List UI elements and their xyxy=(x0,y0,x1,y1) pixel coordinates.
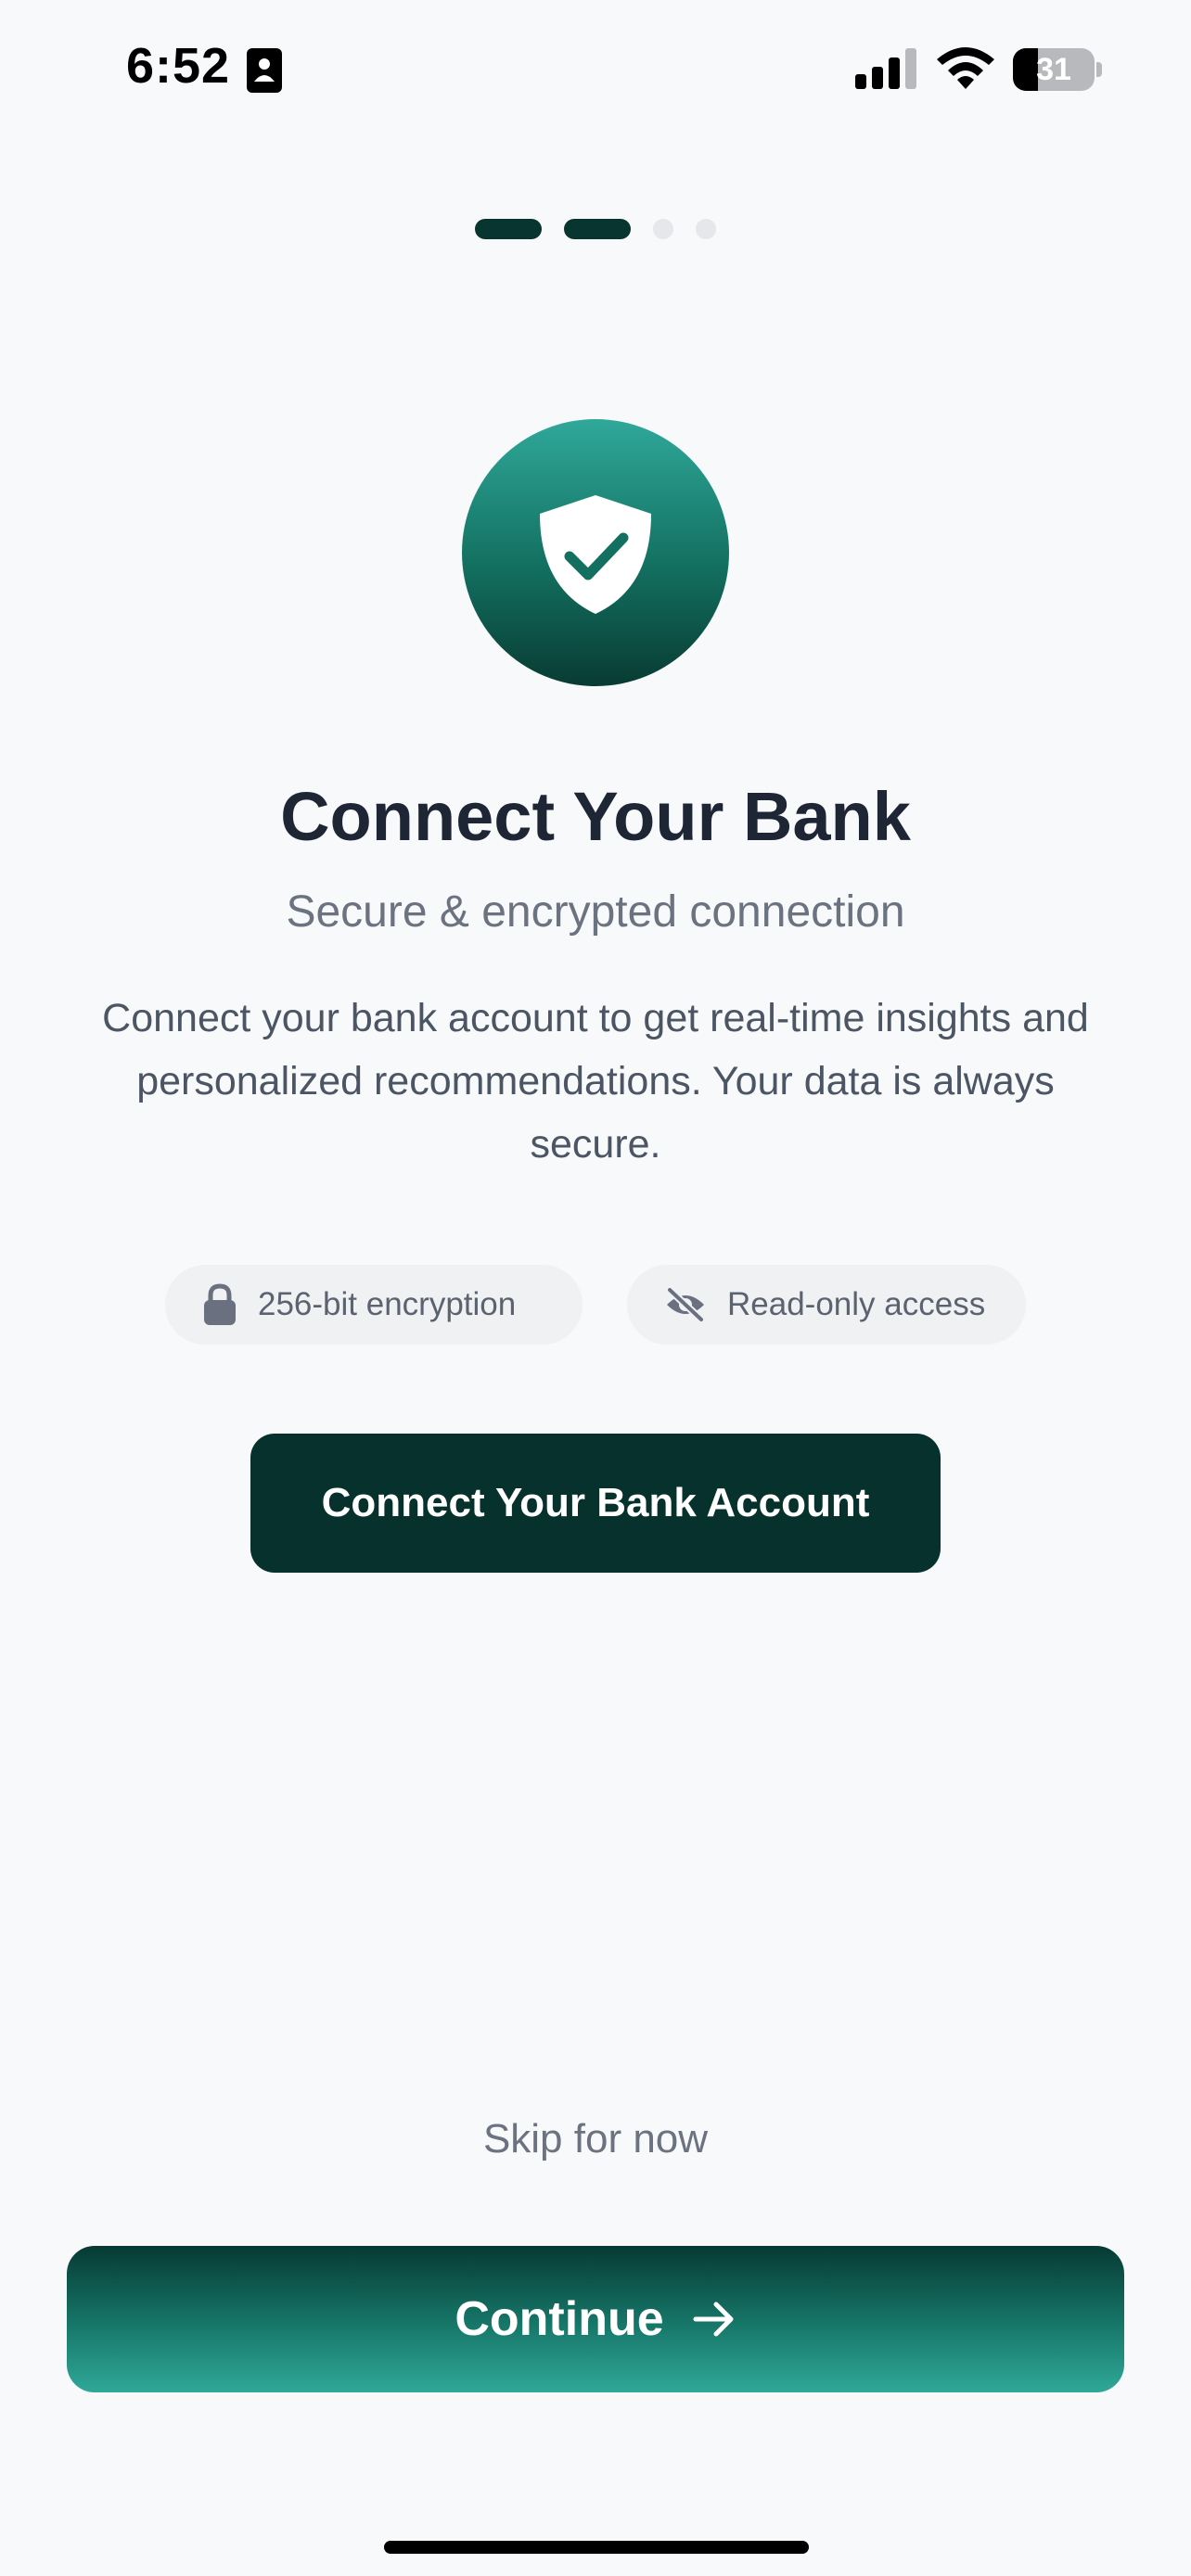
cellular-signal-icon xyxy=(855,48,916,89)
battery-percent: 31 xyxy=(1036,52,1071,87)
page-description: Connect your bank account to get real-ti… xyxy=(102,996,1089,1167)
shield-check-icon xyxy=(540,495,651,614)
progress-step-dot xyxy=(475,219,542,239)
progress-step-dot xyxy=(564,219,631,239)
continue-button[interactable]: Continue xyxy=(67,2246,1124,2392)
feature-chip-encryption: 256-bit encryption xyxy=(165,1265,583,1345)
home-indicator xyxy=(384,2541,809,2554)
status-bar: 6:52 31 xyxy=(0,0,1191,139)
status-time: 6:52 xyxy=(126,38,231,94)
page-subtitle: Secure & encrypted connection xyxy=(286,887,905,937)
feature-chip-label: Read-only access xyxy=(727,1286,986,1322)
lock-icon xyxy=(204,1283,236,1325)
battery-indicator: 31 xyxy=(1013,48,1104,91)
contact-card-icon xyxy=(247,48,282,93)
continue-label: Continue xyxy=(455,2292,664,2346)
hero-badge xyxy=(462,419,729,686)
progress-step-dot xyxy=(696,219,716,239)
connect-bank-account-button[interactable]: Connect Your Bank Account xyxy=(250,1434,941,1573)
eye-off-icon xyxy=(667,1287,704,1322)
onboarding-progress xyxy=(0,219,1191,239)
feature-chip-read-only: Read-only access xyxy=(627,1265,1026,1345)
progress-step-dot xyxy=(653,219,673,239)
arrow-right-icon xyxy=(693,2302,734,2337)
skip-link[interactable]: Skip for now xyxy=(0,2116,1191,2162)
feature-chip-label: 256-bit encryption xyxy=(258,1286,517,1322)
page-title: Connect Your Bank xyxy=(280,778,911,855)
wifi-icon xyxy=(937,47,994,89)
